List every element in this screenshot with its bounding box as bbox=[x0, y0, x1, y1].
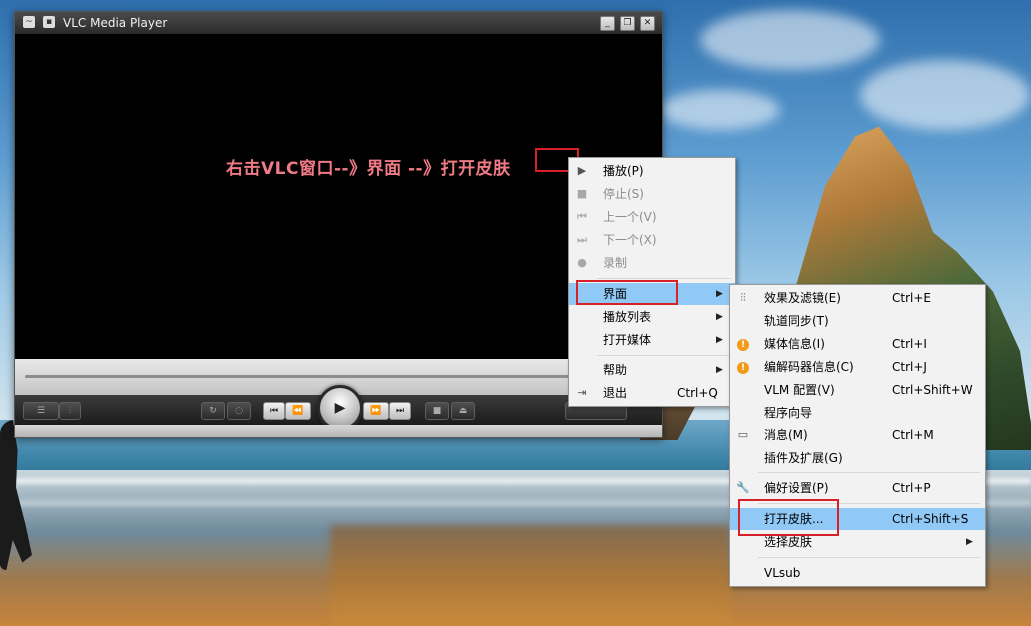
submenu-arrow-icon: ▶ bbox=[716, 365, 723, 375]
minimize-button[interactable]: _ bbox=[600, 16, 615, 31]
submenu-arrow-icon: ▶ bbox=[716, 335, 723, 345]
submenu-item-vlsub[interactable]: VLsub bbox=[730, 562, 985, 584]
previous-icon: ⏮ bbox=[577, 210, 587, 223]
submenu-arrow-icon: ▶ bbox=[716, 289, 723, 299]
window-title: VLC Media Player bbox=[63, 16, 168, 30]
play-icon: ▶ bbox=[577, 164, 587, 177]
submenu-item-effects-filters[interactable]: ⫶⫶ 效果及滤镜(E) Ctrl+E bbox=[730, 287, 985, 309]
control-bar: ☰ ⫶ ↻ ◌ ⏮ ⏪ ▶ ⏩ ⏭ ■ ⏏ bbox=[15, 385, 662, 431]
menu-separator bbox=[758, 557, 980, 558]
exit-icon: ⇥ bbox=[577, 386, 587, 399]
vlc-window[interactable]: ~ ▪ VLC Media Player _ ❐ ✕ 右击VLC窗口--》界面 … bbox=[14, 11, 663, 438]
menu-item-playlist[interactable]: 播放列表 ▶ bbox=[569, 306, 735, 328]
menu-separator bbox=[758, 472, 980, 473]
wallpaper-reflection bbox=[330, 525, 730, 626]
menu-item-next[interactable]: ⏭ 下一个(X) bbox=[569, 229, 735, 251]
window-titlebar[interactable]: ~ ▪ VLC Media Player _ ❐ ✕ bbox=[15, 12, 662, 34]
menu-item-previous[interactable]: ⏮ 上一个(V) bbox=[569, 206, 735, 228]
status-strip bbox=[15, 425, 662, 437]
submenu-item-messages[interactable]: ▭ 消息(M) Ctrl+M bbox=[730, 424, 985, 446]
menu-item-quit[interactable]: ⇥ 退出 Ctrl+Q bbox=[569, 382, 735, 404]
minimal-view-icon[interactable]: ▪ bbox=[43, 16, 55, 28]
seek-slider[interactable] bbox=[25, 375, 572, 378]
extended-settings-button[interactable]: ⫶ bbox=[59, 402, 81, 420]
interface-highlight-box bbox=[576, 280, 678, 305]
loop-button[interactable]: ↻ bbox=[201, 402, 225, 420]
record-icon: ● bbox=[577, 256, 587, 269]
open-skin-highlight-box bbox=[738, 499, 839, 536]
previous-button[interactable]: ⏮ bbox=[263, 402, 285, 420]
menu-item-help[interactable]: 帮助 ▶ bbox=[569, 359, 735, 381]
eject-button[interactable]: ⏏ bbox=[451, 402, 475, 420]
info-orange-icon: ! bbox=[735, 333, 751, 355]
terminal-icon: ▭ bbox=[737, 428, 749, 441]
submenu-item-codec-info[interactable]: ! 编解码器信息(C) Ctrl+J bbox=[730, 356, 985, 378]
video-area[interactable]: 右击VLC窗口--》界面 --》打开皮肤 i bbox=[15, 34, 662, 376]
stop-icon: ■ bbox=[576, 187, 588, 200]
submenu-arrow-icon: ▶ bbox=[966, 537, 973, 547]
submenu-item-program-guide[interactable]: 程序向导 bbox=[730, 402, 985, 424]
instruction-annotation: 右击VLC窗口--》界面 --》打开皮肤 bbox=[226, 159, 511, 179]
wrench-icon: 🔧 bbox=[736, 481, 750, 494]
menu-separator bbox=[597, 355, 731, 356]
window-menu-icon[interactable]: ~ bbox=[23, 16, 35, 28]
rewind-button[interactable]: ⏪ bbox=[285, 402, 311, 420]
wallpaper-cloud bbox=[860, 60, 1030, 130]
close-button[interactable]: ✕ bbox=[640, 16, 655, 31]
maximize-button[interactable]: ❐ bbox=[620, 16, 635, 31]
fast-forward-button[interactable]: ⏩ bbox=[363, 402, 389, 420]
wallpaper-cloud bbox=[700, 10, 880, 70]
info-orange-icon: ! bbox=[735, 356, 751, 378]
submenu-item-track-sync[interactable]: 轨道同步(T) bbox=[730, 310, 985, 332]
submenu-item-plugins-extensions[interactable]: 插件及扩展(G) bbox=[730, 447, 985, 469]
submenu-item-media-info[interactable]: ! 媒体信息(I) Ctrl+I bbox=[730, 333, 985, 355]
menu-item-play[interactable]: ▶ 播放(P) bbox=[569, 160, 735, 182]
menu-item-stop[interactable]: ■ 停止(S) bbox=[569, 183, 735, 205]
interface-submenu: ⫶⫶ 效果及滤镜(E) Ctrl+E 轨道同步(T) ! 媒体信息(I) Ctr… bbox=[729, 284, 986, 587]
menu-item-record[interactable]: ● 录制 bbox=[569, 252, 735, 274]
wallpaper-cloud bbox=[660, 90, 780, 130]
shuffle-button[interactable]: ◌ bbox=[227, 402, 251, 420]
next-button[interactable]: ⏭ bbox=[389, 402, 411, 420]
menu-separator bbox=[597, 278, 731, 279]
menu-item-open-media[interactable]: 打开媒体 ▶ bbox=[569, 329, 735, 351]
submenu-item-preferences[interactable]: 🔧 偏好设置(P) Ctrl+P bbox=[730, 477, 985, 499]
equalizer-icon: ⫶⫶ bbox=[740, 291, 746, 304]
next-icon: ⏭ bbox=[577, 233, 587, 246]
submenu-item-vlm-config[interactable]: VLM 配置(V) Ctrl+Shift+W bbox=[730, 379, 985, 401]
submenu-arrow-icon: ▶ bbox=[716, 312, 723, 322]
playlist-toggle-button[interactable]: ☰ bbox=[23, 402, 59, 420]
stop-button[interactable]: ■ bbox=[425, 402, 449, 420]
